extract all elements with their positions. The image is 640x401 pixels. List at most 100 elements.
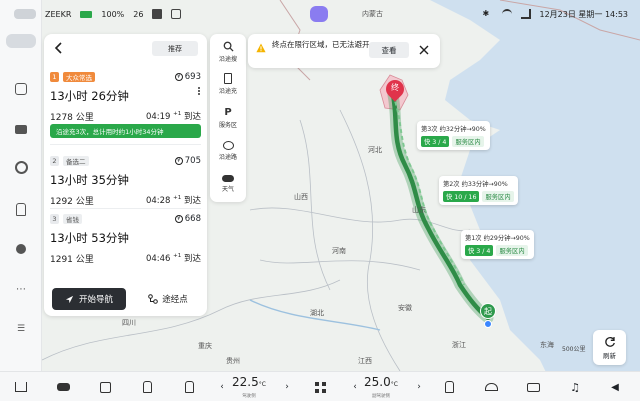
alert-view-button[interactable]: 查看 <box>369 42 409 58</box>
score-icon: ¥ <box>174 215 183 223</box>
charge-callout-3[interactable]: 第3次 约32分钟→90% 快 3 / 4 服务区内 <box>417 121 490 150</box>
more-icon[interactable]: ⋯ <box>8 276 34 302</box>
rear-defrost-icon[interactable] <box>524 378 542 396</box>
refresh-button[interactable]: 刷新 <box>593 330 626 365</box>
car-icon[interactable] <box>6 34 36 48</box>
list-icon[interactable]: ☰ <box>8 316 34 342</box>
more-options-icon[interactable] <box>197 86 201 100</box>
seat-right-icon[interactable] <box>440 378 458 396</box>
temp-down-icon[interactable]: ‹ <box>213 378 231 396</box>
fast-charger-count: 快 10 / 16 <box>443 191 480 202</box>
route-score: ¥693 <box>174 72 201 82</box>
charge-callout-2[interactable]: 第2次 约33分钟→90% 快 10 / 16 服务区内 <box>439 176 518 205</box>
route-panel: 推荐 1 大众常选 ¥693 13小时 26分钟 1278 公里 04:19 +… <box>44 34 207 316</box>
service-area-button[interactable]: P 服务区 <box>210 100 246 136</box>
bottom-dock: ‹ 22.5°C 驾驶侧 › ‹ 25.0°C 副驾驶侧 › ♫ ◀ <box>0 371 640 401</box>
music-icon[interactable]: ♫ <box>566 378 584 396</box>
service-area-label: 服务区 <box>218 121 237 129</box>
seat-icon <box>171 9 182 19</box>
passenger-temp-up-icon[interactable]: › <box>410 378 428 396</box>
folder-icon <box>152 9 163 19</box>
charge-summary-bar[interactable]: 沿途充3次，总计用时约1小时34分钟 <box>50 124 201 138</box>
fast-charger-count: 快 3 / 4 <box>465 245 494 256</box>
charge-callout-title: 第3次 约32分钟→90% <box>421 126 486 133</box>
restriction-alert: 终点在限行区域，已无法避开 查看 <box>248 34 440 68</box>
light-icon[interactable] <box>8 236 34 262</box>
left-rail: ⋯ ☰ <box>0 0 42 401</box>
refresh-icon <box>604 336 615 347</box>
map-label-anhui: 安徽 <box>398 304 412 312</box>
route-option-1[interactable]: 1 大众常选 ¥693 13小时 26分钟 1278 公里 04:19 +1 到… <box>50 72 201 142</box>
passenger-temp-label: 副驾驶侧 <box>371 394 390 399</box>
start-navigation-label: 开始导航 <box>78 295 113 305</box>
road-along-button[interactable]: 沿途路 <box>210 133 246 169</box>
map-label-shandong: 山东 <box>412 206 426 214</box>
app-icon-1[interactable] <box>8 76 34 102</box>
route-tag: 备选二 <box>63 156 89 166</box>
route-option-3[interactable]: 3 省钱 ¥668 13小时 53分钟 1291 公里 04:46 +1 到达 <box>50 214 201 266</box>
route-duration: 13小时 26分钟 <box>50 89 129 103</box>
front-defrost-icon[interactable] <box>482 378 500 396</box>
brand-label: ZEEKR <box>45 9 72 19</box>
route-tag: 省钱 <box>63 214 82 224</box>
volume-icon[interactable]: ◀ <box>606 378 624 396</box>
route-duration: 13小时 35分钟 <box>50 173 129 187</box>
battery-icon <box>80 10 93 18</box>
service-area-badge: 服务区内 <box>482 191 514 202</box>
fast-charger-count: 快 3 / 4 <box>421 136 450 147</box>
seat-left-icon[interactable] <box>138 378 156 396</box>
map-label-donghai: 东海 <box>540 341 554 349</box>
map-label-jiangxi: 江西 <box>358 357 372 365</box>
temp-up-icon[interactable]: › <box>278 378 296 396</box>
charge-along-label: 沿途充 <box>218 88 237 95</box>
passenger-temp-down-icon[interactable]: ‹ <box>346 378 364 396</box>
search-along-button[interactable]: 沿途搜 <box>210 34 246 70</box>
weather-label: 天气 <box>221 186 234 193</box>
app-grid-icon[interactable] <box>311 378 329 396</box>
charge-callout-title: 第1次 约29分钟→90% <box>465 235 530 242</box>
map-label-guizhou: 贵州 <box>226 357 240 365</box>
back-icon[interactable] <box>52 41 66 55</box>
recommend-button[interactable]: 推荐 <box>152 41 198 56</box>
battery-percent: 100% <box>101 9 125 19</box>
media-icon[interactable] <box>96 378 114 396</box>
map-label-chongqing: 重庆 <box>198 342 212 350</box>
map-label-inner-mongolia: 内蒙古 <box>362 10 383 18</box>
service-area-badge: 服务区内 <box>452 136 484 147</box>
route-start-label: 起 <box>484 307 492 316</box>
close-icon[interactable] <box>418 44 430 56</box>
refresh-label: 刷新 <box>603 351 616 360</box>
charger-icon <box>224 73 232 84</box>
route-duration: 13小时 53分钟 <box>50 231 129 245</box>
start-navigation-button[interactable]: 开始导航 <box>52 288 126 310</box>
charge-along-button[interactable]: 沿途充 <box>210 66 246 102</box>
car-control-icon[interactable] <box>54 378 72 396</box>
route-eta: 04:19 +1 到达 <box>145 111 201 122</box>
via-point-button[interactable]: 途经点 <box>136 288 200 310</box>
map-label-hubei: 湖北 <box>310 309 324 317</box>
weather-button[interactable]: 天气 <box>210 166 246 202</box>
route-distance: 1292 公里 <box>50 197 94 207</box>
map-label-sichuan: 四川 <box>122 319 136 327</box>
warning-icon <box>256 43 266 53</box>
route-distance: 1291 公里 <box>50 255 94 265</box>
charge-callout-title: 第2次 约33分钟→90% <box>443 181 508 188</box>
route-score: ¥668 <box>174 214 201 224</box>
current-location-dot <box>484 320 492 328</box>
home-icon[interactable] <box>12 378 30 396</box>
route-index: 3 <box>50 214 59 224</box>
seat-heat-icon[interactable] <box>8 196 34 222</box>
map-label-hebei: 河北 <box>368 146 382 154</box>
map-scale: 500公里 <box>562 346 586 353</box>
app-icon-2[interactable] <box>8 116 34 142</box>
seat-heat-left-icon[interactable] <box>180 378 198 396</box>
passenger-temp-unit: °C <box>390 381 398 388</box>
divider <box>50 208 201 209</box>
route-option-2[interactable]: 2 备选二 ¥705 13小时 35分钟 1292 公里 04:28 +1 到达 <box>50 156 201 208</box>
charge-callout-1[interactable]: 第1次 约29分钟→90% 快 3 / 4 服务区内 <box>461 230 534 259</box>
route-index: 1 <box>50 72 59 82</box>
steering-wheel-icon[interactable] <box>8 154 34 180</box>
navigate-arrow-icon <box>65 295 74 303</box>
map-label-zhejiang: 浙江 <box>452 341 466 349</box>
parking-icon: P <box>224 106 232 118</box>
